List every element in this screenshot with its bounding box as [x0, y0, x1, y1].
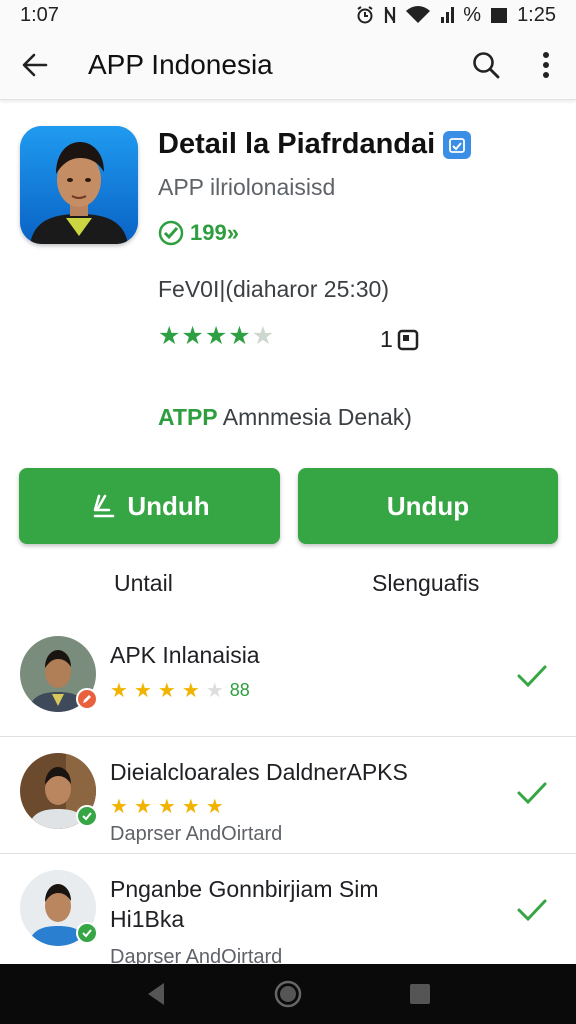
app-icon: [20, 126, 138, 244]
rating-value: 88: [229, 680, 250, 700]
list-item[interactable]: Dieialcloarales DaldnerAPKS ★ ★ ★ ★ ★ Da…: [0, 737, 576, 854]
app-bar-title: APP Indonesia: [88, 48, 273, 80]
verified-icon: [443, 130, 472, 159]
search-icon: [473, 51, 500, 78]
star-icon: ★: [205, 796, 224, 818]
app-header: Detail la Piafrdandai APP ilriolonaisisd…: [0, 112, 576, 462]
alarm-icon: [355, 5, 375, 25]
star-half-icon: ★: [251, 322, 275, 350]
secondary-caption: Slenguafis: [372, 570, 480, 596]
signal-icon: [439, 5, 455, 25]
app-title: Detail la Piafrdandai: [158, 128, 472, 161]
developer-brand: ATPP: [158, 404, 218, 430]
back-button[interactable]: [0, 30, 70, 100]
nfc-icon: [383, 5, 397, 25]
status-clock: 1:25: [517, 3, 556, 26]
status-time: 1:07: [20, 3, 59, 26]
app-title-text: Detail la Piafrdandai: [158, 128, 436, 160]
star-icon: ★: [181, 322, 204, 350]
download-caption: Untail: [114, 570, 173, 596]
check-badge-icon: [76, 922, 98, 944]
item-title-line2: Hi1Bka: [110, 906, 185, 932]
star-icon: ★: [157, 679, 176, 702]
list-item[interactable]: APK Inlanaisia ★ ★ ★ ★ ★ 88: [0, 620, 576, 737]
status-icons: % 1:25: [355, 4, 556, 27]
square-recents-icon: [410, 984, 430, 1004]
check-badge-icon: [76, 805, 98, 827]
app-bar-actions: [456, 30, 576, 100]
verified-check-icon: [158, 220, 184, 246]
app-bar: APP Indonesia: [0, 30, 576, 100]
download-button-label: Unduh: [127, 490, 210, 521]
arrow-left-icon: [22, 53, 48, 76]
avatar: [20, 636, 98, 712]
item-rating: ★ ★ ★ ★ ★: [110, 797, 224, 817]
install-check-button[interactable]: [512, 773, 552, 813]
item-title: APK Inlanaisia: [110, 642, 260, 668]
circle-home-icon: [274, 980, 302, 1008]
star-icon: ★: [181, 796, 200, 818]
star-half-icon: ★: [181, 679, 200, 702]
battery-percent: %: [463, 3, 482, 26]
secondary-download-button[interactable]: Undup: [298, 468, 558, 544]
nav-home-button[interactable]: [263, 969, 313, 1019]
star-icon: ★: [110, 796, 128, 818]
star-empty-icon: ★: [205, 679, 224, 702]
status-bar: 1:07 % 1:25: [0, 0, 576, 30]
search-button[interactable]: [456, 30, 516, 100]
app-rating: ★ ★ ★ ★ ★: [158, 324, 274, 349]
more-vert-icon: [543, 51, 549, 78]
star-icon: ★: [157, 796, 176, 818]
edit-badge-icon: [76, 688, 98, 710]
item-title: Dieialcloarales DaldnerAPKS: [110, 759, 408, 785]
review-count: 1: [380, 326, 419, 353]
download-count-value: 199»: [190, 220, 239, 245]
install-check-button[interactable]: [512, 890, 552, 930]
nav-recents-button[interactable]: [395, 969, 445, 1019]
navigation-bar: [0, 964, 576, 1024]
developer-name: Amnmesia Denak): [217, 404, 412, 430]
check-icon: [517, 899, 547, 922]
star-icon: ★: [133, 796, 152, 818]
star-icon: ★: [158, 322, 181, 350]
app-subtitle: APP ilriolonaisisd: [158, 174, 336, 200]
check-icon: [517, 665, 547, 688]
download-button[interactable]: Unduh: [19, 468, 280, 544]
item-title: Pnganbe Gonnbirjiam Sim: [110, 876, 379, 902]
review-count-value: 1: [380, 326, 393, 352]
rating-stars: ★ ★ ★ ★ ★: [158, 324, 274, 349]
item-rating: ★ ★ ★ ★ ★ 88: [110, 680, 250, 701]
nav-back-button[interactable]: [131, 969, 181, 1019]
battery-icon: [489, 5, 509, 25]
download-icon: [94, 494, 115, 518]
install-check-button[interactable]: [512, 656, 552, 696]
avatar: [20, 870, 98, 946]
list-item[interactable]: Pnganbe Gonnbirjiam Sim Hi1Bka Daprser A…: [0, 854, 576, 971]
triangle-back-icon: [148, 983, 164, 1005]
check-icon: [517, 782, 547, 805]
secondary-download-label: Undup: [386, 490, 470, 521]
avatar: [20, 753, 98, 829]
wifi-icon: [405, 5, 431, 25]
developer-line: ATPP Amnmesia Denak): [158, 404, 412, 431]
review-box-icon: [397, 329, 419, 350]
app-meta: FeV0I|(diaharor 25:30): [158, 276, 389, 302]
item-subtitle: Daprser AndOirtard: [110, 823, 283, 845]
star-icon: ★: [228, 322, 251, 350]
overflow-menu-button[interactable]: [516, 30, 576, 100]
related-apps-list: APK Inlanaisia ★ ★ ★ ★ ★ 88 Dieialcloara…: [0, 620, 576, 971]
download-count: 199»: [158, 220, 239, 246]
star-icon: ★: [110, 679, 128, 702]
star-icon: ★: [204, 322, 228, 350]
star-icon: ★: [133, 679, 152, 702]
